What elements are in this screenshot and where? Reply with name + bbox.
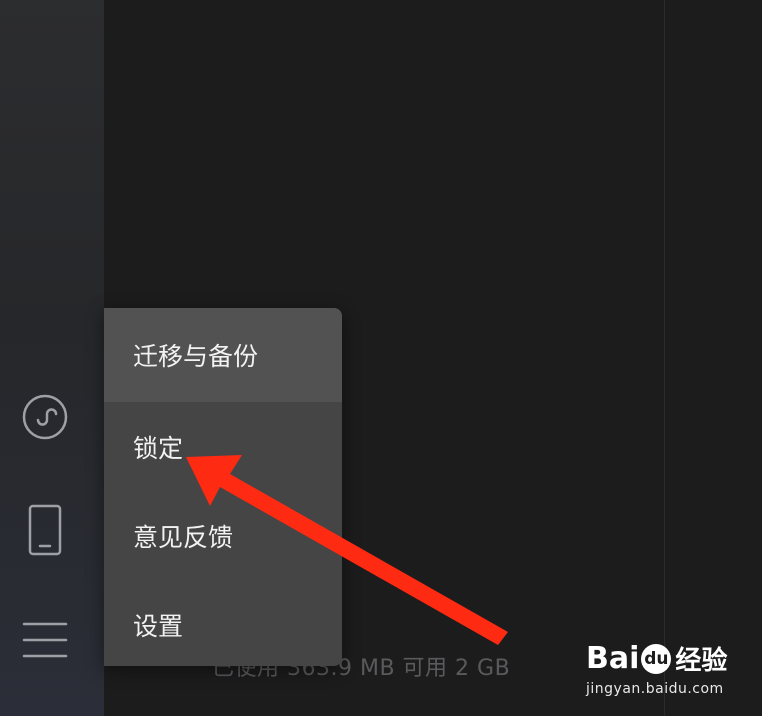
panel-divider <box>664 0 665 716</box>
logo-text-bai: Bai <box>586 641 640 676</box>
logo-text-jingyan: 经验 <box>675 646 728 676</box>
menu-item-feedback[interactable]: 意见反馈 <box>104 491 342 580</box>
phone-icon[interactable] <box>22 504 68 556</box>
menu-item-lock[interactable]: 锁定 <box>104 402 342 491</box>
baidu-jingyan-watermark: Bai du 经验 jingyan.baidu.com <box>586 640 727 697</box>
miniprogram-icon[interactable] <box>22 394 68 440</box>
sidebar <box>0 0 104 716</box>
baidu-logo: Bai du 经验 <box>586 640 727 677</box>
watermark-url: jingyan.baidu.com <box>586 681 724 697</box>
menu-icon[interactable] <box>22 618 68 662</box>
popup-menu: 迁移与备份 锁定 意见反馈 设置 <box>104 308 342 666</box>
menu-item-settings[interactable]: 设置 <box>104 580 342 666</box>
paw-icon: du <box>641 643 672 674</box>
menu-item-migrate-backup[interactable]: 迁移与备份 <box>104 308 342 402</box>
